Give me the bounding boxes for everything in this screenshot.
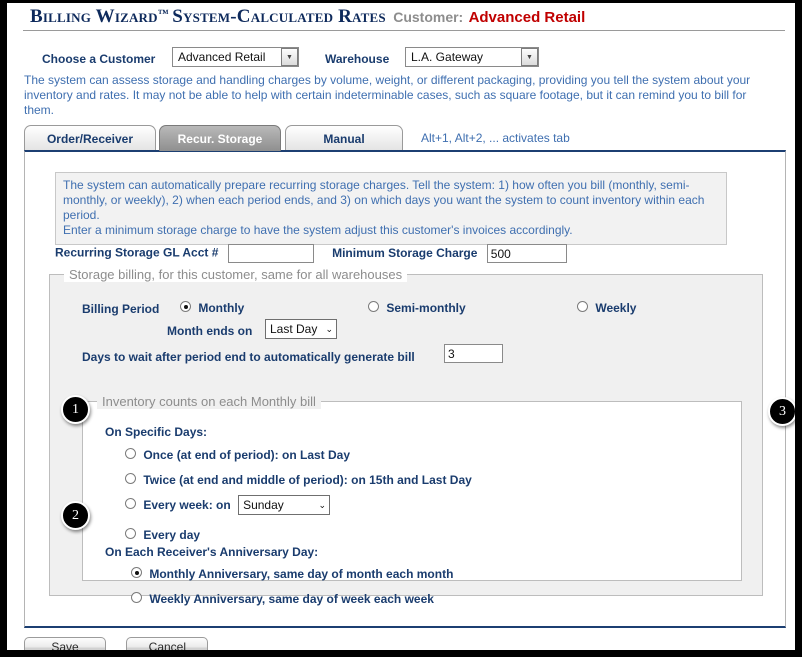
month-ends-on-select[interactable]: Last Day ⌄ xyxy=(265,319,337,339)
billing-period-semi-monthly[interactable]: Semi-monthly xyxy=(368,300,466,315)
warehouse-label: Warehouse xyxy=(325,52,390,66)
gl-account-label: Recurring Storage GL Acct # xyxy=(55,245,219,260)
days-to-wait-label: Days to wait after period end to automat… xyxy=(82,350,415,364)
gl-account-input[interactable] xyxy=(227,244,314,263)
info-note-line1: The system can automatically prepare rec… xyxy=(63,178,705,222)
customer-select[interactable]: Advanced Retail ▼ xyxy=(172,47,299,67)
intro-text: The system can assess storage and handli… xyxy=(24,73,751,117)
radio-monthly-anniversary[interactable] xyxy=(131,567,142,578)
chevron-down-icon[interactable]: ▼ xyxy=(281,48,298,66)
info-note-line2: Enter a minimum storage charge to have t… xyxy=(63,223,573,237)
radio-weekly-anniversary[interactable] xyxy=(131,592,142,603)
option-weekly-anniversary[interactable]: Weekly Anniversary, same day of week eac… xyxy=(131,591,434,606)
selector-row: Choose a Customer Advanced Retail ▼ Ware… xyxy=(7,47,795,71)
info-note: The system can automatically prepare rec… xyxy=(55,172,727,245)
inventory-counts-legend: Inventory counts on each Monthly bill xyxy=(97,394,321,409)
radio-every-day[interactable] xyxy=(125,528,136,539)
cancel-button[interactable]: Cancel xyxy=(126,637,209,650)
page-title-subject: System-Calculated Rates xyxy=(172,6,386,27)
page-title-product: Billing Wizard xyxy=(30,6,158,27)
billing-period-monthly-label: Monthly xyxy=(198,300,245,315)
radio-weekly[interactable] xyxy=(577,301,588,312)
callout-badge-3: 3 xyxy=(768,397,795,426)
application-window: Billing Wizard™ System-Calculated Rates … xyxy=(0,0,802,657)
save-button[interactable]: Save xyxy=(24,637,106,650)
on-specific-days-header: On Specific Days: xyxy=(105,425,208,439)
customer-label: Customer: xyxy=(393,9,464,25)
storage-billing-legend: Storage billing, for this customer, same… xyxy=(64,267,408,282)
trademark-symbol: ™ xyxy=(157,8,169,20)
tab-order-receiver-label: Order/Receiver xyxy=(46,131,134,146)
option-once-per-period[interactable]: Once (at end of period): on Last Day xyxy=(125,447,350,462)
callout-badge-1: 1 xyxy=(61,395,90,424)
days-to-wait-input[interactable]: 3 xyxy=(444,344,503,363)
button-bar: Save Cancel xyxy=(24,637,225,650)
option-every-day[interactable]: Every day xyxy=(125,527,200,542)
chevron-down-icon: ⌄ xyxy=(325,323,333,334)
chevron-down-icon[interactable]: ▼ xyxy=(521,48,538,66)
callout-badge-2: 2 xyxy=(61,501,90,530)
tab-keyboard-hint: Alt+1, Alt+2, ... activates tab xyxy=(421,131,570,145)
option-monthly-anniversary[interactable]: Monthly Anniversary, same day of month e… xyxy=(131,566,453,581)
title-divider xyxy=(23,30,785,31)
anniversary-header: On Each Receiver's Anniversary Day: xyxy=(105,545,319,559)
billing-period-semi-monthly-label: Semi-monthly xyxy=(386,300,466,315)
month-ends-on-label: Month ends on xyxy=(167,324,253,338)
recur-storage-panel: The system can automatically prepare rec… xyxy=(24,150,786,628)
minimum-storage-charge-label: Minimum Storage Charge xyxy=(332,245,478,260)
customer-name: Advanced Retail xyxy=(468,9,586,26)
option-every-week-label: Every week: on xyxy=(143,498,231,512)
tab-bar: Order/Receiver Recur. Storage Manual Alt… xyxy=(24,125,784,151)
option-every-week[interactable]: Every week: on Sunday ⌄ xyxy=(125,495,331,515)
every-week-day-value: Sunday xyxy=(243,498,284,512)
tab-manual[interactable]: Manual xyxy=(285,125,403,151)
page-title: Billing Wizard™ System-Calculated Rates … xyxy=(30,6,785,28)
option-monthly-anniversary-label: Monthly Anniversary, same day of month e… xyxy=(149,566,454,581)
minimum-storage-charge-input[interactable]: 500 xyxy=(486,244,567,263)
radio-monthly[interactable] xyxy=(180,301,191,312)
gl-account-row: Recurring Storage GL Acct # Minimum Stor… xyxy=(55,244,567,266)
month-ends-on-value: Last Day xyxy=(270,322,318,336)
warehouse-select[interactable]: L.A. Gateway ▼ xyxy=(405,47,539,67)
tab-order-receiver[interactable]: Order/Receiver xyxy=(24,125,156,151)
billing-period-weekly[interactable]: Weekly xyxy=(577,300,636,315)
radio-every-week[interactable] xyxy=(125,498,136,510)
option-every-day-label: Every day xyxy=(143,527,201,542)
storage-billing-fieldset: Storage billing, for this customer, same… xyxy=(49,267,763,606)
every-week-day-select[interactable]: Sunday ⌄ xyxy=(238,495,331,515)
billing-period-monthly[interactable]: Monthly xyxy=(180,300,244,315)
inventory-counts-fieldset: Inventory counts on each Monthly bill On… xyxy=(82,394,742,606)
radio-twice-per-period[interactable] xyxy=(125,473,136,484)
warehouse-select-value: L.A. Gateway xyxy=(411,50,484,64)
option-once-per-period-label: Once (at end of period): on Last Day xyxy=(143,447,351,462)
option-twice-per-period[interactable]: Twice (at end and middle of period): on … xyxy=(125,472,472,487)
tab-manual-label: Manual xyxy=(323,131,365,146)
chevron-down-icon: ⌄ xyxy=(318,499,327,510)
billing-period-weekly-label: Weekly xyxy=(595,300,637,315)
choose-customer-label: Choose a Customer xyxy=(42,52,156,66)
tab-recur-storage-label: Recur. Storage xyxy=(177,131,263,146)
option-weekly-anniversary-label: Weekly Anniversary, same day of week eac… xyxy=(149,591,434,606)
radio-once-per-period[interactable] xyxy=(125,448,136,459)
option-twice-per-period-label: Twice (at end and middle of period): on … xyxy=(143,472,472,487)
billing-period-label: Billing Period xyxy=(82,302,160,316)
customer-select-value: Advanced Retail xyxy=(178,50,266,64)
radio-semi-monthly[interactable] xyxy=(368,301,379,312)
tab-recur-storage[interactable]: Recur. Storage xyxy=(159,125,281,151)
